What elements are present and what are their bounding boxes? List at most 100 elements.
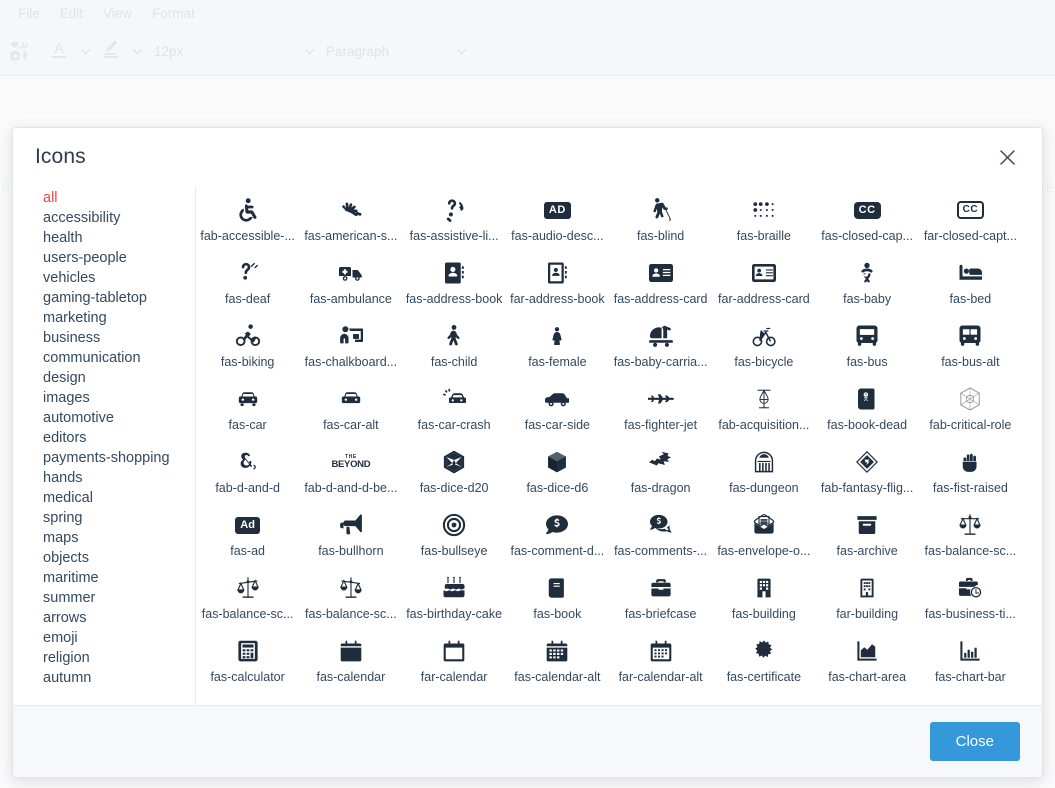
category-item-vehicles[interactable]: vehicles: [33, 268, 195, 288]
icon-cell[interactable]: fas-address-book: [403, 251, 506, 314]
category-item-accessibility[interactable]: accessibility: [33, 208, 195, 228]
icon-cell[interactable]: fas-chart-area: [816, 629, 919, 692]
icon-cell[interactable]: fab-fantasy-flig...: [816, 440, 919, 503]
category-item-summer[interactable]: summer: [33, 588, 195, 608]
icon-cell[interactable]: fas-car-alt: [299, 377, 402, 440]
building-solid-icon: [754, 574, 774, 602]
icon-cell[interactable]: fas-birthday-cake: [403, 566, 506, 629]
icon-cell[interactable]: fas-dice-d6: [506, 440, 609, 503]
icon-cell[interactable]: fas-calculator: [196, 629, 299, 692]
icon-cell[interactable]: fas-bullseye: [403, 503, 506, 566]
category-item-business[interactable]: business: [33, 328, 195, 348]
icon-cell[interactable]: fas-dragon: [609, 440, 712, 503]
icon-cell[interactable]: fab-acquisition...: [712, 377, 815, 440]
category-item-maritime[interactable]: maritime: [33, 568, 195, 588]
category-item-hands[interactable]: hands: [33, 468, 195, 488]
icon-cell[interactable]: fas-deaf: [196, 251, 299, 314]
icon-cell[interactable]: far-calendar: [403, 629, 506, 692]
icon-cell[interactable]: fab-accessible-...: [196, 188, 299, 251]
icon-cell[interactable]: fas-biking: [196, 314, 299, 377]
close-icon[interactable]: [994, 144, 1020, 170]
icon-cell[interactable]: fas-balance-sc...: [299, 566, 402, 629]
icon-cell[interactable]: fas-ambulance: [299, 251, 402, 314]
icon-cell[interactable]: fas-chalkboard...: [299, 314, 402, 377]
icon-cell[interactable]: fas-book-dead: [816, 377, 919, 440]
icon-cell[interactable]: fas-car-crash: [403, 377, 506, 440]
icon-cell[interactable]: fas-fist-raised: [919, 440, 1022, 503]
icon-cell[interactable]: fas-building: [712, 566, 815, 629]
icon-cell[interactable]: fas-envelope-o...: [712, 503, 815, 566]
category-item-medical[interactable]: medical: [33, 488, 195, 508]
icon-cell[interactable]: fas-fighter-jet: [609, 377, 712, 440]
bicycle-icon: [752, 322, 776, 350]
category-item-health[interactable]: health: [33, 228, 195, 248]
icon-cell[interactable]: fas-bullhorn: [299, 503, 402, 566]
icon-cell[interactable]: fas-certificate: [712, 629, 815, 692]
category-item-gaming-tabletop[interactable]: gaming-tabletop: [33, 288, 195, 308]
icon-cell[interactable]: fab-d-and-d: [196, 440, 299, 503]
icon-cell[interactable]: fas-calendar: [299, 629, 402, 692]
category-item-editors[interactable]: editors: [33, 428, 195, 448]
category-item-religion[interactable]: religion: [33, 648, 195, 668]
icon-cell[interactable]: fas-dungeon: [712, 440, 815, 503]
icon-label: fas-comments-...: [614, 544, 708, 558]
icon-cell[interactable]: fas-baby-carria...: [609, 314, 712, 377]
category-item-spring[interactable]: spring: [33, 508, 195, 528]
icon-cell[interactable]: far-building: [816, 566, 919, 629]
category-list[interactable]: all accessibility health users-people vehicl…: [33, 186, 196, 705]
icon-cell[interactable]: fas-bicycle: [712, 314, 815, 377]
category-item-arrows[interactable]: arrows: [33, 608, 195, 628]
category-item-autumn[interactable]: autumn: [33, 668, 195, 688]
category-item-objects[interactable]: objects: [33, 548, 195, 568]
icon-cell[interactable]: fas-braille: [712, 188, 815, 251]
chalkboard-teacher-icon: [339, 322, 363, 350]
category-item-images[interactable]: images: [33, 388, 195, 408]
icon-cell[interactable]: fas-blind: [609, 188, 712, 251]
category-item-design[interactable]: design: [33, 368, 195, 388]
icon-cell[interactable]: fas-comment-d...: [506, 503, 609, 566]
close-button[interactable]: Close: [929, 722, 1020, 761]
icon-cell[interactable]: fas-child: [403, 314, 506, 377]
icon-cell[interactable]: fas-dice-d20: [403, 440, 506, 503]
icon-cell[interactable]: fas-assistive-li...: [403, 188, 506, 251]
icon-cell[interactable]: fas-book: [506, 566, 609, 629]
icon-cell[interactable]: far-address-card: [712, 251, 815, 314]
category-item-all[interactable]: all: [33, 188, 195, 208]
category-item-marketing[interactable]: marketing: [33, 308, 195, 328]
icon-cell[interactable]: fas-chart-bar: [919, 629, 1022, 692]
icon-cell[interactable]: fas-business-ti...: [919, 566, 1022, 629]
icon-cell[interactable]: fas-balance-sc...: [919, 503, 1022, 566]
icon-cell[interactable]: CC fas-closed-cap...: [816, 188, 919, 251]
category-item-emoji[interactable]: emoji: [33, 628, 195, 648]
icon-cell[interactable]: fas-address-card: [609, 251, 712, 314]
icon-cell[interactable]: fas-bus-alt: [919, 314, 1022, 377]
icon-cell[interactable]: fas-calendar-alt: [506, 629, 609, 692]
bus-icon: [855, 322, 879, 350]
icon-cell[interactable]: fas-bus: [816, 314, 919, 377]
calendar-regular-icon: [443, 637, 465, 665]
icon-cell[interactable]: CC far-closed-capt...: [919, 188, 1022, 251]
icon-grid-scroll[interactable]: fab-accessible-... fas-american-s... fas-a…: [196, 186, 1022, 705]
icon-cell[interactable]: far-calendar-alt: [609, 629, 712, 692]
icon-cell[interactable]: fas-archive: [816, 503, 919, 566]
icon-cell[interactable]: fas-bed: [919, 251, 1022, 314]
icon-cell[interactable]: fas-baby: [816, 251, 919, 314]
icon-cell[interactable]: far-address-book: [506, 251, 609, 314]
icon-cell[interactable]: fab-critical-role: [919, 377, 1022, 440]
category-item-communication[interactable]: communication: [33, 348, 195, 368]
category-item-users-people[interactable]: users-people: [33, 248, 195, 268]
icon-cell[interactable]: AD fas-audio-desc...: [506, 188, 609, 251]
icon-cell[interactable]: fas-comments-...: [609, 503, 712, 566]
category-item-maps[interactable]: maps: [33, 528, 195, 548]
icon-cell[interactable]: fas-female: [506, 314, 609, 377]
icon-cell[interactable]: fas-balance-sc...: [196, 566, 299, 629]
icon-cell[interactable]: Ad fas-ad: [196, 503, 299, 566]
icon-cell[interactable]: fas-briefcase: [609, 566, 712, 629]
icon-cell[interactable]: fas-american-s...: [299, 188, 402, 251]
icon-cell[interactable]: fas-car-side: [506, 377, 609, 440]
icon-cell[interactable]: fas-car: [196, 377, 299, 440]
icon-cell[interactable]: THE BEYOND fab-d-and-d-be...: [299, 440, 402, 503]
category-item-automotive[interactable]: automotive: [33, 408, 195, 428]
category-item-payments-shopping[interactable]: payments-shopping: [33, 448, 195, 468]
audio-description-icon: AD: [543, 196, 571, 224]
